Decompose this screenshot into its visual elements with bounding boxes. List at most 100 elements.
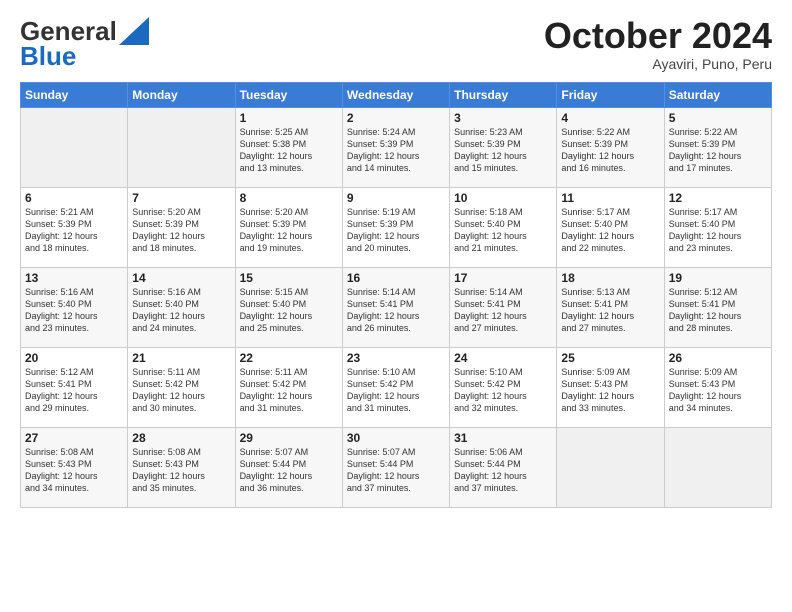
day-number: 8 bbox=[240, 191, 338, 205]
day-number: 6 bbox=[25, 191, 123, 205]
day-number: 27 bbox=[25, 431, 123, 445]
calendar-week-1: 1Sunrise: 5:25 AM Sunset: 5:38 PM Daylig… bbox=[21, 108, 772, 188]
day-number: 15 bbox=[240, 271, 338, 285]
calendar-cell: 22Sunrise: 5:11 AM Sunset: 5:42 PM Dayli… bbox=[235, 348, 342, 428]
weekday-header-sunday: Sunday bbox=[21, 83, 128, 108]
header: General Blue October 2024 Ayaviri, Puno,… bbox=[20, 16, 772, 72]
day-info: Sunrise: 5:15 AM Sunset: 5:40 PM Dayligh… bbox=[240, 286, 338, 335]
day-number: 3 bbox=[454, 111, 552, 125]
calendar-cell: 23Sunrise: 5:10 AM Sunset: 5:42 PM Dayli… bbox=[342, 348, 449, 428]
day-info: Sunrise: 5:22 AM Sunset: 5:39 PM Dayligh… bbox=[561, 126, 659, 175]
day-info: Sunrise: 5:09 AM Sunset: 5:43 PM Dayligh… bbox=[561, 366, 659, 415]
day-number: 31 bbox=[454, 431, 552, 445]
day-info: Sunrise: 5:25 AM Sunset: 5:38 PM Dayligh… bbox=[240, 126, 338, 175]
calendar-cell: 4Sunrise: 5:22 AM Sunset: 5:39 PM Daylig… bbox=[557, 108, 664, 188]
day-info: Sunrise: 5:16 AM Sunset: 5:40 PM Dayligh… bbox=[132, 286, 230, 335]
day-number: 22 bbox=[240, 351, 338, 365]
day-number: 18 bbox=[561, 271, 659, 285]
calendar-week-2: 6Sunrise: 5:21 AM Sunset: 5:39 PM Daylig… bbox=[21, 188, 772, 268]
calendar-cell: 17Sunrise: 5:14 AM Sunset: 5:41 PM Dayli… bbox=[450, 268, 557, 348]
day-number: 21 bbox=[132, 351, 230, 365]
day-number: 30 bbox=[347, 431, 445, 445]
day-info: Sunrise: 5:16 AM Sunset: 5:40 PM Dayligh… bbox=[25, 286, 123, 335]
calendar-cell: 31Sunrise: 5:06 AM Sunset: 5:44 PM Dayli… bbox=[450, 428, 557, 508]
day-info: Sunrise: 5:20 AM Sunset: 5:39 PM Dayligh… bbox=[240, 206, 338, 255]
day-info: Sunrise: 5:11 AM Sunset: 5:42 PM Dayligh… bbox=[132, 366, 230, 415]
weekday-header-monday: Monday bbox=[128, 83, 235, 108]
calendar-cell: 24Sunrise: 5:10 AM Sunset: 5:42 PM Dayli… bbox=[450, 348, 557, 428]
day-info: Sunrise: 5:22 AM Sunset: 5:39 PM Dayligh… bbox=[669, 126, 767, 175]
calendar-cell: 13Sunrise: 5:16 AM Sunset: 5:40 PM Dayli… bbox=[21, 268, 128, 348]
day-number: 12 bbox=[669, 191, 767, 205]
weekday-header-wednesday: Wednesday bbox=[342, 83, 449, 108]
day-info: Sunrise: 5:18 AM Sunset: 5:40 PM Dayligh… bbox=[454, 206, 552, 255]
page: General Blue October 2024 Ayaviri, Puno,… bbox=[0, 0, 792, 612]
day-info: Sunrise: 5:20 AM Sunset: 5:39 PM Dayligh… bbox=[132, 206, 230, 255]
day-info: Sunrise: 5:23 AM Sunset: 5:39 PM Dayligh… bbox=[454, 126, 552, 175]
day-number: 10 bbox=[454, 191, 552, 205]
calendar-cell bbox=[557, 428, 664, 508]
day-info: Sunrise: 5:08 AM Sunset: 5:43 PM Dayligh… bbox=[25, 446, 123, 495]
day-number: 26 bbox=[669, 351, 767, 365]
calendar-cell: 6Sunrise: 5:21 AM Sunset: 5:39 PM Daylig… bbox=[21, 188, 128, 268]
calendar-cell: 14Sunrise: 5:16 AM Sunset: 5:40 PM Dayli… bbox=[128, 268, 235, 348]
day-number: 5 bbox=[669, 111, 767, 125]
day-number: 19 bbox=[669, 271, 767, 285]
day-info: Sunrise: 5:06 AM Sunset: 5:44 PM Dayligh… bbox=[454, 446, 552, 495]
day-number: 13 bbox=[25, 271, 123, 285]
day-number: 25 bbox=[561, 351, 659, 365]
day-number: 16 bbox=[347, 271, 445, 285]
day-info: Sunrise: 5:17 AM Sunset: 5:40 PM Dayligh… bbox=[561, 206, 659, 255]
calendar-cell: 10Sunrise: 5:18 AM Sunset: 5:40 PM Dayli… bbox=[450, 188, 557, 268]
calendar-week-4: 20Sunrise: 5:12 AM Sunset: 5:41 PM Dayli… bbox=[21, 348, 772, 428]
calendar-cell: 16Sunrise: 5:14 AM Sunset: 5:41 PM Dayli… bbox=[342, 268, 449, 348]
day-number: 7 bbox=[132, 191, 230, 205]
day-info: Sunrise: 5:09 AM Sunset: 5:43 PM Dayligh… bbox=[669, 366, 767, 415]
logo-icon bbox=[119, 17, 149, 45]
calendar-cell: 12Sunrise: 5:17 AM Sunset: 5:40 PM Dayli… bbox=[664, 188, 771, 268]
day-number: 20 bbox=[25, 351, 123, 365]
header-row: SundayMondayTuesdayWednesdayThursdayFrid… bbox=[21, 83, 772, 108]
day-number: 17 bbox=[454, 271, 552, 285]
calendar-cell: 26Sunrise: 5:09 AM Sunset: 5:43 PM Dayli… bbox=[664, 348, 771, 428]
weekday-header-tuesday: Tuesday bbox=[235, 83, 342, 108]
day-number: 14 bbox=[132, 271, 230, 285]
day-info: Sunrise: 5:11 AM Sunset: 5:42 PM Dayligh… bbox=[240, 366, 338, 415]
day-info: Sunrise: 5:19 AM Sunset: 5:39 PM Dayligh… bbox=[347, 206, 445, 255]
day-number: 1 bbox=[240, 111, 338, 125]
calendar-cell: 25Sunrise: 5:09 AM Sunset: 5:43 PM Dayli… bbox=[557, 348, 664, 428]
location-subtitle: Ayaviri, Puno, Peru bbox=[544, 56, 772, 72]
calendar-header: SundayMondayTuesdayWednesdayThursdayFrid… bbox=[21, 83, 772, 108]
calendar-cell: 5Sunrise: 5:22 AM Sunset: 5:39 PM Daylig… bbox=[664, 108, 771, 188]
logo: General Blue bbox=[20, 16, 149, 72]
calendar-week-3: 13Sunrise: 5:16 AM Sunset: 5:40 PM Dayli… bbox=[21, 268, 772, 348]
calendar-cell: 18Sunrise: 5:13 AM Sunset: 5:41 PM Dayli… bbox=[557, 268, 664, 348]
calendar-cell bbox=[664, 428, 771, 508]
logo-blue: Blue bbox=[20, 41, 76, 72]
day-info: Sunrise: 5:14 AM Sunset: 5:41 PM Dayligh… bbox=[454, 286, 552, 335]
calendar-cell: 1Sunrise: 5:25 AM Sunset: 5:38 PM Daylig… bbox=[235, 108, 342, 188]
calendar-week-5: 27Sunrise: 5:08 AM Sunset: 5:43 PM Dayli… bbox=[21, 428, 772, 508]
day-info: Sunrise: 5:07 AM Sunset: 5:44 PM Dayligh… bbox=[240, 446, 338, 495]
day-info: Sunrise: 5:14 AM Sunset: 5:41 PM Dayligh… bbox=[347, 286, 445, 335]
day-info: Sunrise: 5:08 AM Sunset: 5:43 PM Dayligh… bbox=[132, 446, 230, 495]
calendar-cell: 19Sunrise: 5:12 AM Sunset: 5:41 PM Dayli… bbox=[664, 268, 771, 348]
day-info: Sunrise: 5:07 AM Sunset: 5:44 PM Dayligh… bbox=[347, 446, 445, 495]
day-number: 2 bbox=[347, 111, 445, 125]
day-info: Sunrise: 5:24 AM Sunset: 5:39 PM Dayligh… bbox=[347, 126, 445, 175]
day-number: 29 bbox=[240, 431, 338, 445]
calendar-cell: 27Sunrise: 5:08 AM Sunset: 5:43 PM Dayli… bbox=[21, 428, 128, 508]
day-number: 23 bbox=[347, 351, 445, 365]
calendar-cell: 20Sunrise: 5:12 AM Sunset: 5:41 PM Dayli… bbox=[21, 348, 128, 428]
weekday-header-thursday: Thursday bbox=[450, 83, 557, 108]
calendar-cell: 2Sunrise: 5:24 AM Sunset: 5:39 PM Daylig… bbox=[342, 108, 449, 188]
day-info: Sunrise: 5:10 AM Sunset: 5:42 PM Dayligh… bbox=[347, 366, 445, 415]
calendar-table: SundayMondayTuesdayWednesdayThursdayFrid… bbox=[20, 82, 772, 508]
calendar-cell: 21Sunrise: 5:11 AM Sunset: 5:42 PM Dayli… bbox=[128, 348, 235, 428]
day-number: 28 bbox=[132, 431, 230, 445]
day-number: 9 bbox=[347, 191, 445, 205]
calendar-body: 1Sunrise: 5:25 AM Sunset: 5:38 PM Daylig… bbox=[21, 108, 772, 508]
weekday-header-saturday: Saturday bbox=[664, 83, 771, 108]
calendar-cell: 8Sunrise: 5:20 AM Sunset: 5:39 PM Daylig… bbox=[235, 188, 342, 268]
calendar-cell: 30Sunrise: 5:07 AM Sunset: 5:44 PM Dayli… bbox=[342, 428, 449, 508]
